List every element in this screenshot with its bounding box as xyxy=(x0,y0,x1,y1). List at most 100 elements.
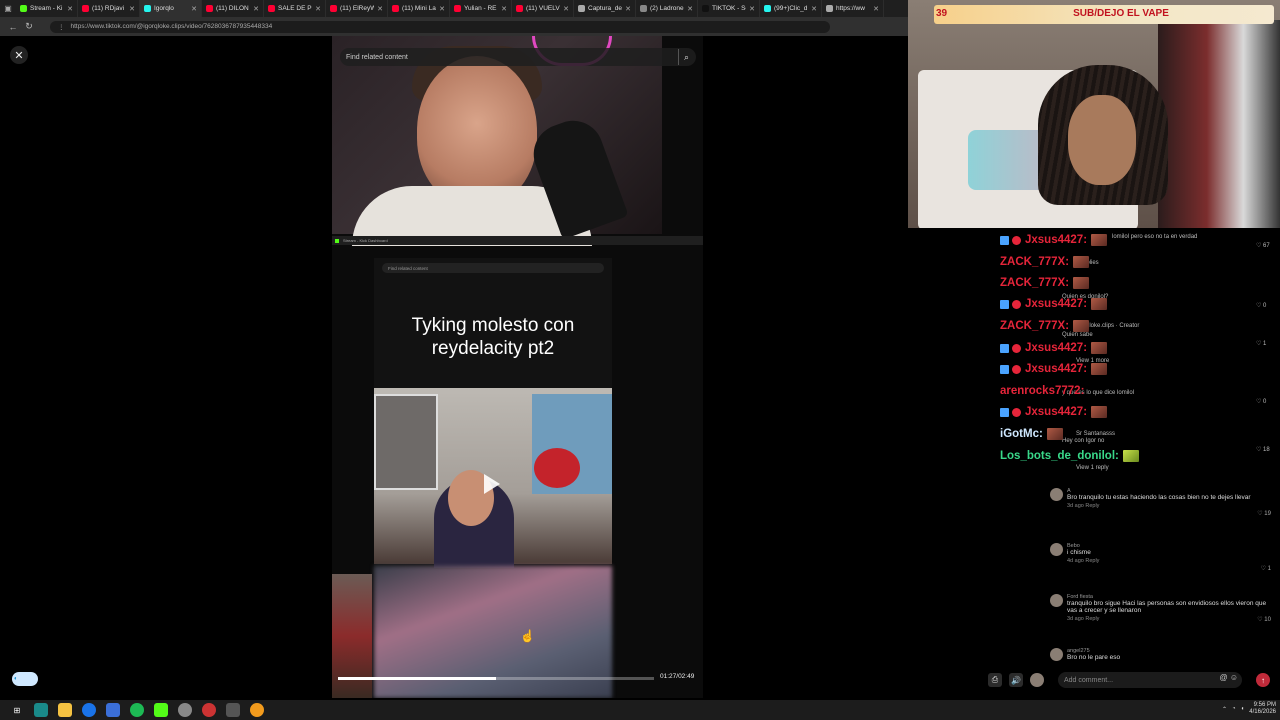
chat-username[interactable]: Jxsus4427 xyxy=(1025,363,1083,375)
browser-tab[interactable]: Igorqlo ✕ xyxy=(140,0,202,17)
browser-tab[interactable]: (11) Mini La ✕ xyxy=(388,0,450,17)
overlay-like-count[interactable]: ♡ 18 xyxy=(1256,446,1270,453)
browser-tab[interactable]: (2) Ladrone ✕ xyxy=(636,0,698,17)
embedded-favicon xyxy=(335,238,339,243)
play-icon[interactable] xyxy=(484,474,500,494)
comment-meta[interactable]: 3d ago Reply xyxy=(1067,503,1275,509)
tab-close-icon[interactable]: ✕ xyxy=(315,5,321,13)
browser-tab[interactable]: Stream - Ki ✕ xyxy=(16,0,78,17)
commenter-avatar[interactable] xyxy=(1050,648,1063,661)
url-field[interactable]: ⋮ https://www.tiktok.com/@igorqloke.clip… xyxy=(50,20,830,33)
chat-colon: : xyxy=(1083,406,1088,418)
chat-username[interactable]: Jxsus4427 xyxy=(1025,298,1083,310)
tab-favicon-icon xyxy=(454,5,461,12)
chrome-icon[interactable] xyxy=(82,703,96,717)
clock-date: 4/16/2026 xyxy=(1249,709,1276,715)
store-icon[interactable] xyxy=(106,703,120,717)
tab-favicon-icon xyxy=(144,5,151,12)
back-icon[interactable]: ← xyxy=(8,22,18,32)
settings-icon[interactable] xyxy=(226,703,240,717)
emote-icon xyxy=(1091,298,1108,310)
autoscroll-toggle[interactable]: ◐ xyxy=(12,672,38,686)
chat-username[interactable]: Jxsus4427 xyxy=(1025,342,1083,354)
comment-body: Bebo i chisme 4d ago Reply xyxy=(1067,543,1275,564)
browser-tab[interactable]: (11) RDjavi I ✕ xyxy=(78,0,140,17)
browser-tab[interactable]: (99+)Clic_d ✕ xyxy=(760,0,822,17)
app-icon[interactable] xyxy=(178,703,192,717)
search-input[interactable]: Find related content ⌕ xyxy=(340,48,696,66)
browser-tab[interactable]: (11) DILON ✕ xyxy=(202,0,264,17)
tray-chevron-icon[interactable]: ⌃ xyxy=(1222,706,1227,713)
tab-favicon-icon xyxy=(640,5,647,12)
comment-like-count[interactable]: ♡ 19 xyxy=(1257,510,1271,517)
commenter-avatar[interactable] xyxy=(1050,488,1063,501)
tab-close-icon[interactable]: ✕ xyxy=(563,5,569,13)
chat-username[interactable]: Jxsus4427 xyxy=(1025,406,1083,418)
reload-icon[interactable]: ↻ xyxy=(24,21,34,32)
system-tray: ⌃ ◔ ◖ 9:56 PM 4/16/2026 xyxy=(1222,702,1276,716)
chat-message: ZACK_777X : xyxy=(1000,256,1090,268)
overlay-like-count[interactable]: ♡ 0 xyxy=(1256,302,1266,309)
tab-close-icon[interactable]: ✕ xyxy=(191,5,197,13)
spotify-icon[interactable] xyxy=(130,703,144,717)
comment-like-count[interactable]: ♡ 10 xyxy=(1257,616,1271,623)
site-info-icon[interactable]: ⋮ xyxy=(58,23,65,31)
chat-username[interactable]: arenrocks7772 xyxy=(1000,385,1081,397)
video-player[interactable]: Find related content ⌕ Stream - Kick Das… xyxy=(332,36,703,698)
commenter-avatar[interactable] xyxy=(1050,543,1063,556)
browser-tab[interactable]: Yulian - RE ✕ xyxy=(450,0,512,17)
mention-emoji-icons[interactable]: @ ☺ xyxy=(1219,673,1238,682)
kick-icon[interactable] xyxy=(154,703,168,717)
volume-icon[interactable]: 🔊 xyxy=(1009,673,1023,687)
close-button[interactable]: ✕ xyxy=(10,46,28,64)
comment-text: tranquilo bro sigue Haci las personas so… xyxy=(1067,600,1267,614)
browser-icon[interactable] xyxy=(250,703,264,717)
tiktok-video-page: ✕ Find related content ⌕ Stream - Kick D… xyxy=(0,36,908,700)
chat-username[interactable]: ZACK_777X xyxy=(1000,320,1065,332)
browser-tab[interactable]: TIKTOK - Sc ✕ xyxy=(698,0,760,17)
chat-username[interactable]: Jxsus4427 xyxy=(1025,234,1083,246)
tab-close-icon[interactable]: ✕ xyxy=(253,5,259,13)
folder-icon[interactable] xyxy=(58,703,72,717)
tab-close-icon[interactable]: ✕ xyxy=(625,5,631,13)
tab-close-icon[interactable]: ✕ xyxy=(377,5,383,13)
browser-tab[interactable]: https://ww ✕ xyxy=(822,0,884,17)
browser-tab[interactable]: SALE DE PRI✕ xyxy=(264,0,326,17)
sound-icon[interactable]: ◖ xyxy=(1241,706,1245,712)
tab-close-icon[interactable]: ✕ xyxy=(873,5,879,13)
tab-close-icon[interactable]: ✕ xyxy=(439,5,445,13)
browser-tab[interactable]: Captura_de ✕ xyxy=(574,0,636,17)
commenter-avatar[interactable] xyxy=(1050,594,1063,607)
overlay-like-count[interactable]: ♡ 1 xyxy=(1256,340,1266,347)
tab-favicon-icon xyxy=(826,5,833,12)
comment-like-count[interactable]: ♡ 1 xyxy=(1261,565,1271,572)
tab-close-icon[interactable]: ✕ xyxy=(749,5,755,13)
chat-username[interactable]: ZACK_777X xyxy=(1000,256,1065,268)
windows-icon[interactable]: ⊞ xyxy=(10,703,24,717)
comment-input[interactable]: Add comment... @ ☺ xyxy=(1058,672,1242,688)
report-icon[interactable]: ⎙ xyxy=(988,673,1002,687)
chat-username[interactable]: iGotMc xyxy=(1000,428,1039,440)
chat-username[interactable]: ZACK_777X xyxy=(1000,277,1065,289)
video-progress-bar[interactable] xyxy=(338,677,654,680)
post-button[interactable]: ↑ xyxy=(1256,673,1270,687)
comment-meta[interactable]: 3d ago Reply xyxy=(1067,616,1275,622)
taskview-icon[interactable] xyxy=(34,703,48,717)
comment-meta[interactable]: 4d ago Reply xyxy=(1067,558,1275,564)
tab-close-icon[interactable]: ✕ xyxy=(811,5,817,13)
tab-close-icon[interactable]: ✕ xyxy=(129,5,135,13)
browser-tab[interactable]: (11) VUELV ✕ xyxy=(512,0,574,17)
tab-close-icon[interactable]: ✕ xyxy=(687,5,693,13)
browser-tab[interactable]: (11) ElReyW ✕ xyxy=(326,0,388,17)
tab-actions-icon[interactable]: ▣ xyxy=(0,4,16,13)
search-icon[interactable]: ⌕ xyxy=(678,49,694,65)
chat-username[interactable]: Los_bots_de_donilol xyxy=(1000,450,1115,462)
clock[interactable]: 9:56 PM 4/16/2026 xyxy=(1249,702,1276,716)
tab-close-icon[interactable]: ✕ xyxy=(67,5,73,13)
overlay-like-count[interactable]: ♡ 0 xyxy=(1256,398,1266,405)
overlay-like-count[interactable]: ♡ 67 xyxy=(1256,242,1270,249)
tab-label: (11) VUELV xyxy=(526,5,560,12)
tab-close-icon[interactable]: ✕ xyxy=(501,5,507,13)
obs-icon[interactable] xyxy=(202,703,216,717)
wifi-icon[interactable]: ◔ xyxy=(1232,706,1236,712)
